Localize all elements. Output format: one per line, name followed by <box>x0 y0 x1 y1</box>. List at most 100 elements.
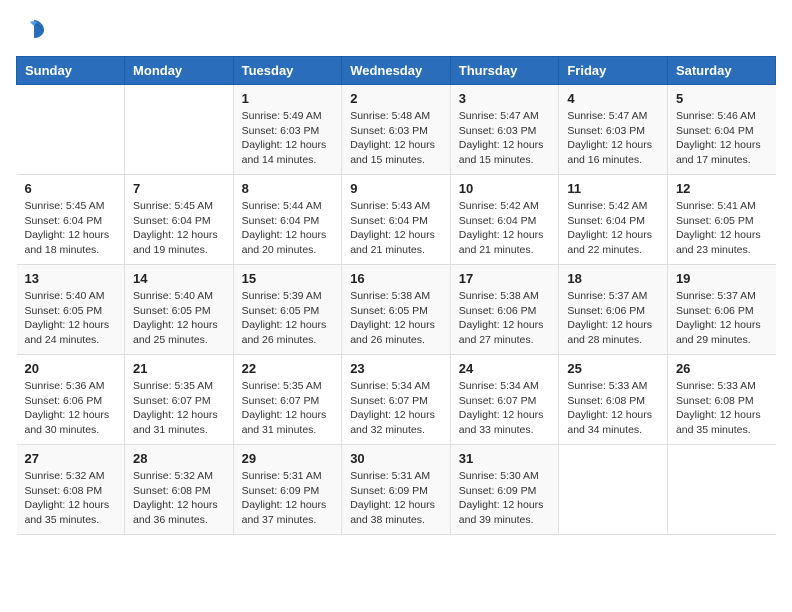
cell-content: Sunrise: 5:42 AM Sunset: 6:04 PM Dayligh… <box>567 199 659 258</box>
day-number: 10 <box>459 181 551 196</box>
day-number: 7 <box>133 181 225 196</box>
calendar-week-row: 1 Sunrise: 5:49 AM Sunset: 6:03 PM Daylig… <box>17 85 776 175</box>
cell-content: Sunrise: 5:37 AM Sunset: 6:06 PM Dayligh… <box>567 289 659 348</box>
calendar-cell: 5 Sunrise: 5:46 AM Sunset: 6:04 PM Daylig… <box>667 85 775 175</box>
header-thursday: Thursday <box>450 57 559 85</box>
calendar-cell <box>17 85 125 175</box>
calendar-cell: 3 Sunrise: 5:47 AM Sunset: 6:03 PM Daylig… <box>450 85 559 175</box>
day-number: 3 <box>459 91 551 106</box>
calendar-cell: 1 Sunrise: 5:49 AM Sunset: 6:03 PM Daylig… <box>233 85 342 175</box>
cell-content: Sunrise: 5:48 AM Sunset: 6:03 PM Dayligh… <box>350 109 442 168</box>
cell-content: Sunrise: 5:45 AM Sunset: 6:04 PM Dayligh… <box>133 199 225 258</box>
day-number: 16 <box>350 271 442 286</box>
cell-content: Sunrise: 5:38 AM Sunset: 6:05 PM Dayligh… <box>350 289 442 348</box>
calendar-cell: 26 Sunrise: 5:33 AM Sunset: 6:08 PM Dayli… <box>667 355 775 445</box>
day-number: 5 <box>676 91 768 106</box>
calendar-header-row: SundayMondayTuesdayWednesdayThursdayFrid… <box>17 57 776 85</box>
calendar-cell: 12 Sunrise: 5:41 AM Sunset: 6:05 PM Dayli… <box>667 175 775 265</box>
cell-content: Sunrise: 5:40 AM Sunset: 6:05 PM Dayligh… <box>133 289 225 348</box>
logo-bird-icon <box>20 16 48 44</box>
header-wednesday: Wednesday <box>342 57 451 85</box>
calendar-cell: 11 Sunrise: 5:42 AM Sunset: 6:04 PM Dayli… <box>559 175 668 265</box>
calendar-cell: 24 Sunrise: 5:34 AM Sunset: 6:07 PM Dayli… <box>450 355 559 445</box>
day-number: 14 <box>133 271 225 286</box>
cell-content: Sunrise: 5:47 AM Sunset: 6:03 PM Dayligh… <box>459 109 551 168</box>
calendar-cell: 9 Sunrise: 5:43 AM Sunset: 6:04 PM Daylig… <box>342 175 451 265</box>
header-monday: Monday <box>125 57 234 85</box>
calendar-cell: 18 Sunrise: 5:37 AM Sunset: 6:06 PM Dayli… <box>559 265 668 355</box>
calendar-cell: 23Sunrise: 5:34 AM Sunset: 6:07 PM Dayli… <box>342 355 451 445</box>
day-number: 19 <box>676 271 768 286</box>
calendar-cell: 31 Sunrise: 5:30 AM Sunset: 6:09 PM Dayli… <box>450 445 559 535</box>
day-number: 1 <box>242 91 334 106</box>
calendar-week-row: 6 Sunrise: 5:45 AM Sunset: 6:04 PM Daylig… <box>17 175 776 265</box>
cell-content: Sunrise: 5:33 AM Sunset: 6:08 PM Dayligh… <box>676 379 768 438</box>
calendar-cell: 4Sunrise: 5:47 AM Sunset: 6:03 PM Daylig… <box>559 85 668 175</box>
calendar-week-row: 20 Sunrise: 5:36 AM Sunset: 6:06 PM Dayli… <box>17 355 776 445</box>
cell-content: Sunrise: 5:36 AM Sunset: 6:06 PM Dayligh… <box>25 379 117 438</box>
cell-content: Sunrise: 5:44 AM Sunset: 6:04 PM Dayligh… <box>242 199 334 258</box>
calendar-table: SundayMondayTuesdayWednesdayThursdayFrid… <box>16 56 776 535</box>
day-number: 31 <box>459 451 551 466</box>
calendar-cell: 2 Sunrise: 5:48 AM Sunset: 6:03 PM Daylig… <box>342 85 451 175</box>
day-number: 15 <box>242 271 334 286</box>
calendar-cell: 15 Sunrise: 5:39 AM Sunset: 6:05 PM Dayli… <box>233 265 342 355</box>
header-saturday: Saturday <box>667 57 775 85</box>
day-number: 13 <box>25 271 117 286</box>
calendar-cell: 16 Sunrise: 5:38 AM Sunset: 6:05 PM Dayli… <box>342 265 451 355</box>
calendar-cell: 17Sunrise: 5:38 AM Sunset: 6:06 PM Dayli… <box>450 265 559 355</box>
cell-content: Sunrise: 5:46 AM Sunset: 6:04 PM Dayligh… <box>676 109 768 168</box>
day-number: 2 <box>350 91 442 106</box>
page-header <box>16 16 776 44</box>
calendar-cell: 13Sunrise: 5:40 AM Sunset: 6:05 PM Dayli… <box>17 265 125 355</box>
day-number: 25 <box>567 361 659 376</box>
calendar-cell: 30 Sunrise: 5:31 AM Sunset: 6:09 PM Dayli… <box>342 445 451 535</box>
calendar-week-row: 27Sunrise: 5:32 AM Sunset: 6:08 PM Dayli… <box>17 445 776 535</box>
cell-content: Sunrise: 5:31 AM Sunset: 6:09 PM Dayligh… <box>350 469 442 528</box>
day-number: 11 <box>567 181 659 196</box>
cell-content: Sunrise: 5:45 AM Sunset: 6:04 PM Dayligh… <box>25 199 117 258</box>
calendar-cell: 21Sunrise: 5:35 AM Sunset: 6:07 PM Dayli… <box>125 355 234 445</box>
calendar-cell: 20 Sunrise: 5:36 AM Sunset: 6:06 PM Dayli… <box>17 355 125 445</box>
day-number: 8 <box>242 181 334 196</box>
day-number: 18 <box>567 271 659 286</box>
calendar-cell: 22Sunrise: 5:35 AM Sunset: 6:07 PM Dayli… <box>233 355 342 445</box>
cell-content: Sunrise: 5:41 AM Sunset: 6:05 PM Dayligh… <box>676 199 768 258</box>
calendar-cell: 19Sunrise: 5:37 AM Sunset: 6:06 PM Dayli… <box>667 265 775 355</box>
cell-content: Sunrise: 5:30 AM Sunset: 6:09 PM Dayligh… <box>459 469 551 528</box>
cell-content: Sunrise: 5:42 AM Sunset: 6:04 PM Dayligh… <box>459 199 551 258</box>
cell-content: Sunrise: 5:33 AM Sunset: 6:08 PM Dayligh… <box>567 379 659 438</box>
day-number: 29 <box>242 451 334 466</box>
calendar-cell <box>559 445 668 535</box>
day-number: 20 <box>25 361 117 376</box>
cell-content: Sunrise: 5:35 AM Sunset: 6:07 PM Dayligh… <box>242 379 334 438</box>
cell-content: Sunrise: 5:39 AM Sunset: 6:05 PM Dayligh… <box>242 289 334 348</box>
calendar-cell <box>667 445 775 535</box>
cell-content: Sunrise: 5:43 AM Sunset: 6:04 PM Dayligh… <box>350 199 442 258</box>
day-number: 17 <box>459 271 551 286</box>
calendar-week-row: 13 Sunrise: 5:40 AM Sunset: 6:05 PM Dayli… <box>17 265 776 355</box>
logo <box>16 16 48 44</box>
day-number: 6 <box>25 181 117 196</box>
calendar-cell: 14 Sunrise: 5:40 AM Sunset: 6:05 PM Dayli… <box>125 265 234 355</box>
day-number: 24 <box>459 361 551 376</box>
cell-content: Sunrise: 5:49 AM Sunset: 6:03 PM Dayligh… <box>242 109 334 168</box>
header-friday: Friday <box>559 57 668 85</box>
day-number: 9 <box>350 181 442 196</box>
cell-content: Sunrise: 5:31 AM Sunset: 6:09 PM Dayligh… <box>242 469 334 528</box>
cell-content: Sunrise: 5:35 AM Sunset: 6:07 PM Dayligh… <box>133 379 225 438</box>
calendar-cell: 25 Sunrise: 5:33 AM Sunset: 6:08 PM Dayli… <box>559 355 668 445</box>
calendar-cell: 29 Sunrise: 5:31 AM Sunset: 6:09 PM Dayli… <box>233 445 342 535</box>
calendar-cell: 10 Sunrise: 5:42 AM Sunset: 6:04 PM Dayli… <box>450 175 559 265</box>
day-number: 12 <box>676 181 768 196</box>
calendar-cell <box>125 85 234 175</box>
day-number: 26 <box>676 361 768 376</box>
cell-content: Sunrise: 5:32 AM Sunset: 6:08 PM Dayligh… <box>25 469 117 528</box>
calendar-cell: 8 Sunrise: 5:44 AM Sunset: 6:04 PM Daylig… <box>233 175 342 265</box>
day-number: 28 <box>133 451 225 466</box>
day-number: 30 <box>350 451 442 466</box>
cell-content: Sunrise: 5:32 AM Sunset: 6:08 PM Dayligh… <box>133 469 225 528</box>
calendar-cell: 27Sunrise: 5:32 AM Sunset: 6:08 PM Dayli… <box>17 445 125 535</box>
cell-content: Sunrise: 5:34 AM Sunset: 6:07 PM Dayligh… <box>459 379 551 438</box>
calendar-cell: 6 Sunrise: 5:45 AM Sunset: 6:04 PM Daylig… <box>17 175 125 265</box>
